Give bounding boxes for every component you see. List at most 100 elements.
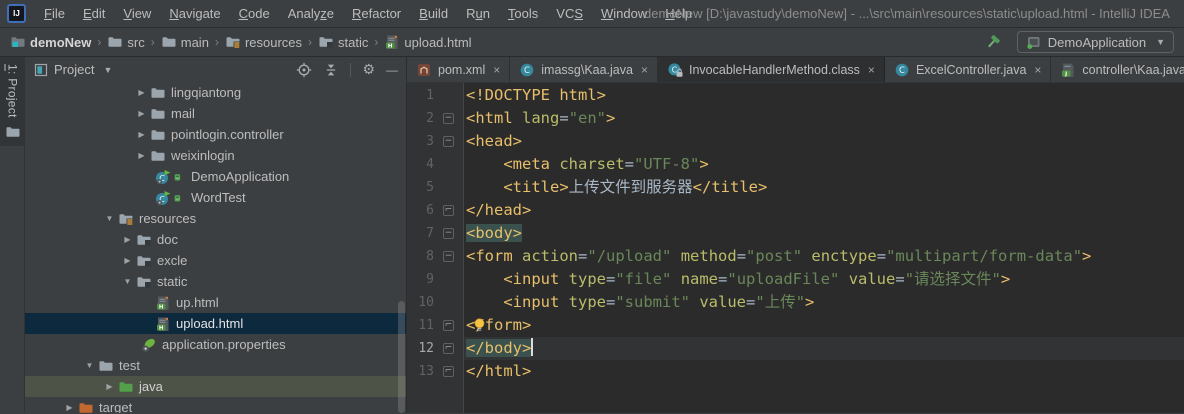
menu-item-run[interactable]: Run (457, 1, 499, 27)
html-file-icon: H (155, 295, 171, 311)
tree-item-label: test (119, 358, 140, 373)
breadcrumb-label: resources (244, 34, 303, 50)
expand-arrow-icon[interactable]: ▶ (135, 151, 148, 160)
editor-tab-bar: pom.xml × Cimassg\Kaa.java × C InvocableHandl… (407, 57, 1184, 83)
code-text: <body> (460, 222, 522, 245)
tree-item-pointlogin-controller[interactable]: ▶ pointlogin.controller (25, 124, 406, 145)
gear-icon[interactable]: ⚙ (362, 61, 375, 78)
folder-icon (150, 106, 166, 122)
tab-label: controller\Kaa.java (1082, 62, 1184, 77)
project-panel-header: Project ▼ ⚙ — (25, 57, 406, 82)
tab-pom-xml[interactable]: pom.xml × (407, 57, 511, 82)
folder-badge-icon (136, 232, 152, 248)
close-icon[interactable]: × (1034, 63, 1041, 77)
breadcrumb-item-upload-html[interactable]: Hupload.html (384, 34, 472, 50)
expand-arrow-icon[interactable]: ▶ (135, 88, 148, 97)
target-icon[interactable] (296, 62, 312, 78)
code-text: </body> (460, 337, 534, 360)
tree-item-demoapplication[interactable]: C DemoApplication (25, 166, 406, 187)
tab-invocablehandlermethod-class[interactable]: C InvocableHandlerMethod.class × (657, 57, 885, 82)
tab-excelcontroller-java[interactable]: C ExcelController.java × (885, 57, 1052, 82)
chevron-down-icon[interactable]: ▼ (103, 65, 112, 75)
expand-arrow-icon[interactable]: ▶ (135, 130, 148, 139)
breadcrumb-separator: › (214, 35, 219, 49)
breadcrumb-separator: › (308, 35, 313, 49)
tree-item-static[interactable]: ▼ static (25, 271, 406, 292)
close-icon[interactable]: × (868, 63, 875, 77)
tree-item-lingqiantong[interactable]: ▶ lingqiantong (25, 82, 406, 103)
tree-item-wordtest[interactable]: C WordTest (25, 187, 406, 208)
tree-item-up-html[interactable]: Hup.html (25, 292, 406, 313)
fold-marker-end-icon[interactable]: ⌐ (443, 320, 454, 331)
java-file-icon: J (1060, 62, 1076, 78)
fold-marker-start-icon[interactable]: − (443, 113, 454, 124)
breadcrumb-item-resources[interactable]: resources (225, 34, 302, 50)
expand-arrow-icon[interactable]: ▶ (121, 235, 134, 244)
title-bar: IJ File Edit View Navigate Code Analyze Refact… (0, 0, 1184, 28)
matched-tag-highlight: </body> (466, 339, 532, 357)
menu-item-tools[interactable]: Tools (499, 1, 547, 27)
project-tree-scrollbar[interactable] (398, 301, 405, 413)
close-icon[interactable]: × (641, 63, 648, 77)
code-line-12: 12 ⌐ </body> (407, 337, 1184, 360)
fold-column (437, 268, 460, 291)
tree-item-doc[interactable]: ▶ doc (25, 229, 406, 250)
tree-item-label: excle (157, 253, 188, 268)
tree-item-label: doc (157, 232, 178, 247)
collapse-arrow-icon[interactable]: ▼ (121, 277, 134, 286)
fold-column: − (437, 245, 460, 268)
build-hammer-button[interactable] (985, 34, 1001, 50)
project-stripe-button[interactable]: 1: Project (0, 57, 25, 146)
tree-item-resources[interactable]: ▼ resources (25, 208, 406, 229)
breadcrumb-item-demonew[interactable]: demoNew (10, 34, 91, 50)
menu-item-vcs[interactable]: VCS (547, 1, 592, 27)
fold-marker-end-icon[interactable]: ⌐ (443, 366, 454, 377)
run-configuration-select[interactable]: DemoApplication ▼ (1016, 31, 1174, 53)
collapse-arrow-icon[interactable]: ▼ (103, 214, 116, 223)
tree-item-java[interactable]: ▶ java (25, 376, 406, 397)
close-icon[interactable]: × (493, 63, 500, 77)
fold-marker-start-icon[interactable]: − (443, 136, 454, 147)
fold-marker-end-icon[interactable]: ⌐ (443, 205, 454, 216)
menu-item-navigate[interactable]: Navigate (160, 1, 229, 27)
tree-item-excle[interactable]: ▶ excle (25, 250, 406, 271)
tab-imassg-kaa-java[interactable]: Cimassg\Kaa.java × (510, 57, 658, 82)
menu-item-view[interactable]: View (114, 1, 160, 27)
menu-item-analyze[interactable]: Analyze (279, 1, 343, 27)
fold-column: ⌐ (437, 199, 460, 222)
fold-column: − (437, 107, 460, 130)
menu-item-file[interactable]: File (35, 1, 74, 27)
menu-item-edit[interactable]: Edit (74, 1, 114, 27)
line-number: 11 (418, 318, 434, 333)
tree-item-target[interactable]: ▶ target (25, 397, 406, 413)
breadcrumb-item-main[interactable]: main (161, 34, 209, 50)
folder-badge-icon (136, 253, 152, 269)
collapse-icon[interactable] (323, 62, 339, 78)
expand-arrow-icon[interactable]: ▶ (121, 256, 134, 265)
fold-marker-start-icon[interactable]: − (443, 251, 454, 262)
fold-marker-start-icon[interactable]: − (443, 228, 454, 239)
intention-bulb-icon[interactable] (473, 318, 486, 332)
spring-config-icon (141, 337, 157, 353)
menu-item-build[interactable]: Build (410, 1, 457, 27)
tree-item-upload-html[interactable]: Hupload.html (25, 313, 406, 334)
line-number: 2 (426, 111, 434, 126)
minus-icon[interactable]: — (386, 63, 398, 77)
menu-item-code[interactable]: Code (230, 1, 279, 27)
tree-item-test[interactable]: ▼ test (25, 355, 406, 376)
expand-arrow-icon[interactable]: ▶ (63, 403, 76, 412)
breadcrumb-item-static[interactable]: static (318, 34, 368, 50)
code-editor[interactable]: 1 <!DOCTYPE html> 2− <html lang="en"> 3− <hea… (407, 83, 1184, 413)
svg-text:H: H (159, 325, 164, 331)
tree-item-weixinlogin[interactable]: ▶ weixinlogin (25, 145, 406, 166)
tree-item-application-properties[interactable]: application.properties (25, 334, 406, 355)
menu-item-refactor[interactable]: Refactor (343, 1, 410, 27)
collapse-arrow-icon[interactable]: ▼ (83, 361, 96, 370)
fold-marker-end-icon[interactable]: ⌐ (443, 343, 454, 354)
fold-column: ⌐ (437, 337, 460, 360)
expand-arrow-icon[interactable]: ▶ (103, 382, 116, 391)
tree-item-mail[interactable]: ▶ mail (25, 103, 406, 124)
expand-arrow-icon[interactable]: ▶ (135, 109, 148, 118)
tab-controller-kaa-java[interactable]: Jcontroller\Kaa.java× (1051, 57, 1184, 82)
breadcrumb-item-src[interactable]: src (107, 34, 145, 50)
